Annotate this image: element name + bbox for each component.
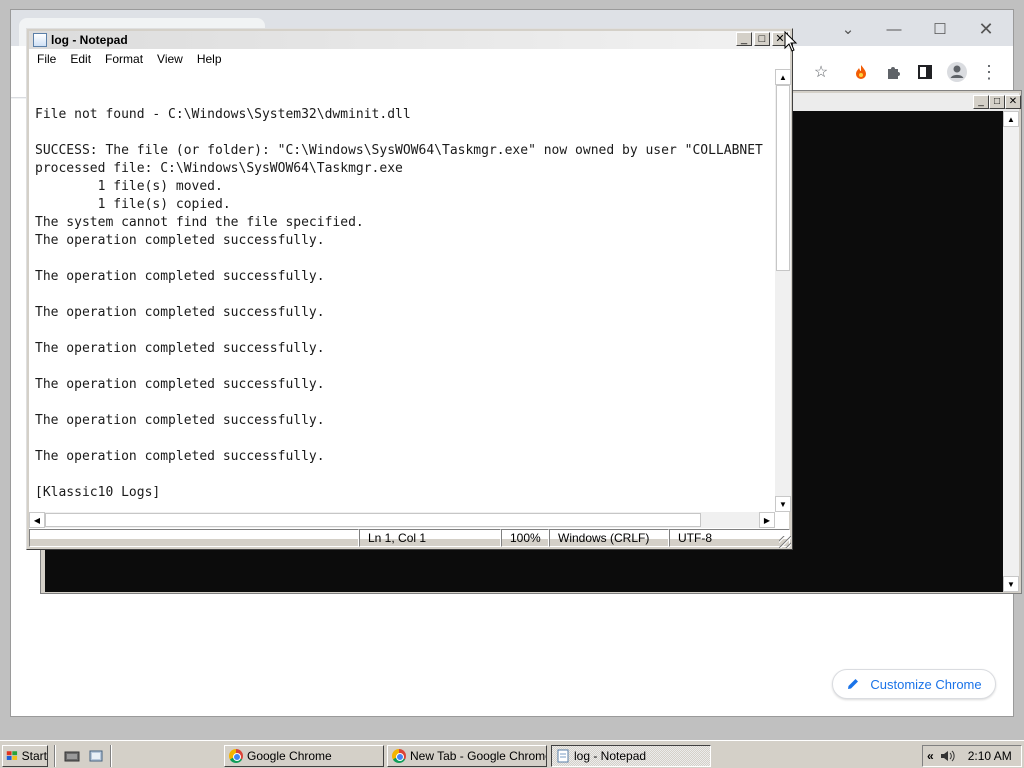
notepad-window: log - Notepad _ □ ✕ File Edit Format Vie… <box>26 28 793 550</box>
scroll-up-icon[interactable]: ▲ <box>775 69 791 85</box>
taskbar-item-notepad[interactable]: log - Notepad <box>551 745 711 767</box>
chrome-minimize-button[interactable]: — <box>871 16 917 42</box>
chrome-maximize-button[interactable]: ☐ <box>917 16 963 42</box>
console-close-button[interactable]: ✕ <box>1005 95 1021 109</box>
bookmark-star-icon[interactable]: ☆ <box>809 60 833 84</box>
resize-grip-icon[interactable] <box>779 536 791 548</box>
start-button[interactable]: Start <box>2 745 48 767</box>
notepad-icon <box>33 33 47 47</box>
notepad-vertical-scrollbar[interactable]: ▲ ▼ <box>775 69 791 512</box>
taskbar-separator <box>54 745 56 767</box>
console-vertical-scrollbar[interactable]: ▲ ▼ <box>1003 111 1019 592</box>
status-zoom: 100% <box>501 529 549 547</box>
chrome-icon <box>392 749 406 763</box>
pencil-icon <box>848 679 859 689</box>
chrome-menu-icon[interactable]: ⋮ <box>977 60 1001 84</box>
horizontal-scroll-thumb[interactable] <box>45 513 701 527</box>
scroll-left-icon[interactable]: ◀ <box>29 512 45 528</box>
scroll-right-icon[interactable]: ▶ <box>759 512 775 528</box>
notepad-menubar: File Edit Format View Help <box>29 49 790 69</box>
console-scroll-down-icon[interactable]: ▼ <box>1003 576 1019 592</box>
customize-chrome-button[interactable]: Customize Chrome <box>832 669 996 699</box>
taskbar-item-label: log - Notepad <box>574 749 647 763</box>
extensions-puzzle-icon[interactable] <box>881 60 905 84</box>
customize-chrome-label: Customize Chrome <box>870 676 982 692</box>
console-maximize-button[interactable]: □ <box>989 95 1005 109</box>
notepad-titlebar[interactable]: log - Notepad _ □ ✕ <box>29 31 790 49</box>
status-spacer <box>29 529 359 547</box>
taskbar: Start Google Chrome New Tab - Google Chr… <box>0 740 1024 768</box>
menu-help[interactable]: Help <box>189 52 228 66</box>
tab-search-icon[interactable]: ⌄ <box>825 16 871 42</box>
console-scroll-up-icon[interactable]: ▲ <box>1003 111 1019 127</box>
notepad-horizontal-scrollbar[interactable]: ◀ ▶ <box>29 512 775 528</box>
menu-view[interactable]: View <box>149 52 189 66</box>
taskbar-item-label: New Tab - Google Chrome <box>410 749 547 763</box>
console-minimize-button[interactable]: _ <box>973 95 989 109</box>
vertical-scroll-thumb[interactable] <box>776 85 790 271</box>
status-line-ending: Windows (CRLF) <box>549 529 669 547</box>
side-panel-icon[interactable] <box>913 60 937 84</box>
taskbar-item-google-chrome[interactable]: Google Chrome <box>224 745 384 767</box>
notepad-maximize-button[interactable]: □ <box>754 32 770 46</box>
system-tray: « 2:10 AM <box>922 745 1022 767</box>
windows-logo-icon <box>6 751 18 760</box>
notepad-statusbar: Ln 1, Col 1 100% Windows (CRLF) UTF-8 <box>29 529 790 547</box>
notepad-title: log - Notepad <box>51 33 128 47</box>
profile-avatar-icon[interactable] <box>945 60 969 84</box>
scroll-down-icon[interactable]: ▼ <box>775 496 791 512</box>
chrome-icon <box>229 749 243 763</box>
taskbar-separator <box>110 745 112 767</box>
taskbar-item-new-tab[interactable]: New Tab - Google Chrome <box>387 745 547 767</box>
explorer-quicklaunch-icon[interactable] <box>88 748 104 764</box>
taskbar-item-label: Google Chrome <box>247 749 332 763</box>
show-desktop-icon[interactable] <box>64 748 80 764</box>
start-label: Start <box>21 749 47 763</box>
notepad-edit-area[interactable]: File not found - C:\Windows\System32\dwm… <box>29 69 791 539</box>
mouse-cursor-icon <box>784 31 798 52</box>
volume-icon[interactable] <box>940 749 956 763</box>
notepad-text[interactable]: File not found - C:\Windows\System32\dwm… <box>35 88 775 518</box>
status-encoding: UTF-8 <box>669 529 790 547</box>
extension-fire-icon[interactable] <box>849 60 873 84</box>
notepad-icon <box>557 749 569 763</box>
tray-expand-icon[interactable]: « <box>927 749 934 763</box>
menu-edit[interactable]: Edit <box>62 52 97 66</box>
menu-format[interactable]: Format <box>97 52 149 66</box>
notepad-minimize-button[interactable]: _ <box>736 32 752 46</box>
chrome-close-button[interactable]: ✕ <box>963 16 1009 42</box>
tray-clock[interactable]: 2:10 AM <box>968 749 1012 763</box>
menu-file[interactable]: File <box>29 52 62 66</box>
status-position: Ln 1, Col 1 <box>359 529 501 547</box>
